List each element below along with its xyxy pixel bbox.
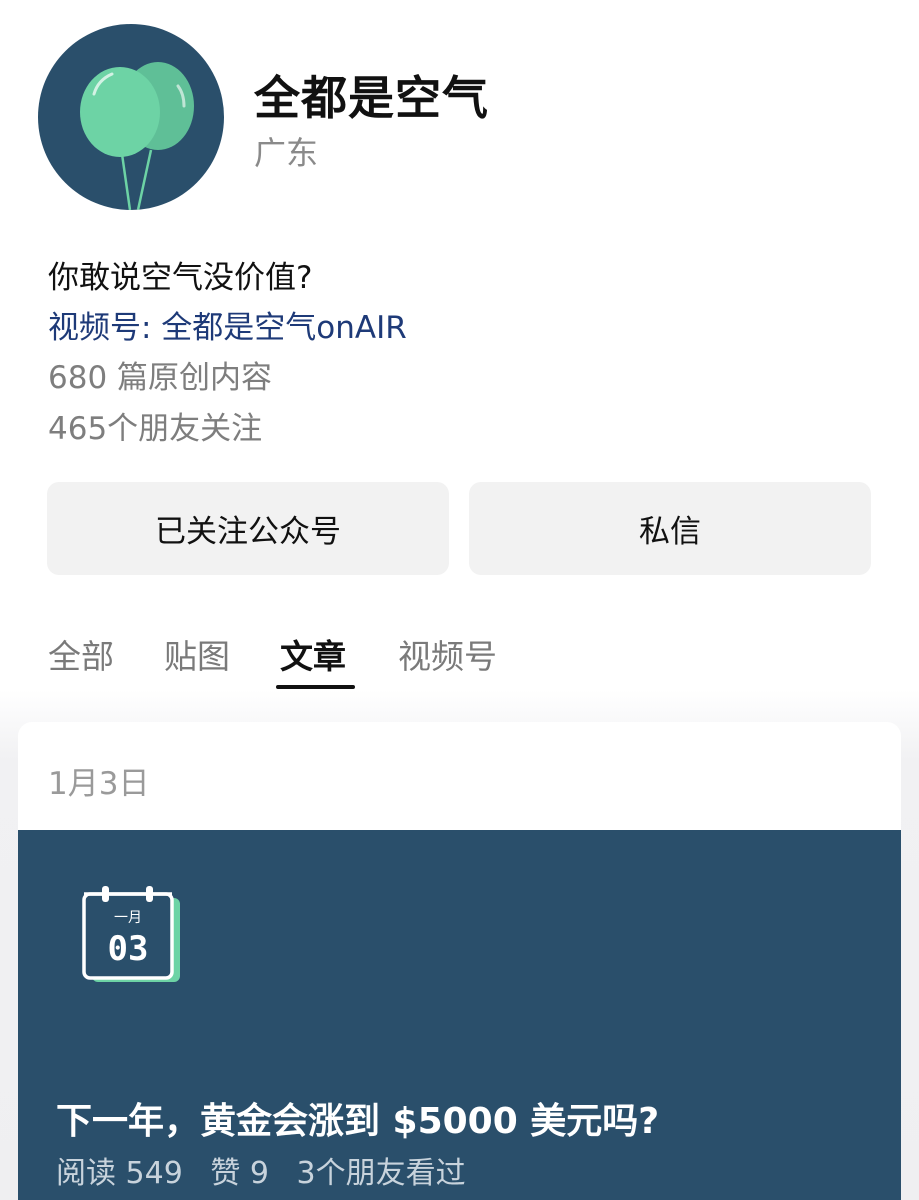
- tab-image-posts[interactable]: 贴图: [164, 630, 230, 678]
- calendar-month-text: 一月: [114, 910, 142, 926]
- article-date: 1月3日: [48, 766, 150, 802]
- account-bio: 你敢说空气没价值?: [48, 260, 313, 296]
- original-content-count[interactable]: 680 篇原创内容: [48, 352, 272, 397]
- article-title[interactable]: 下一年，黄金会涨到 $5000 美元吗?: [56, 1092, 659, 1144]
- tab-video-channel[interactable]: 视频号: [398, 630, 497, 678]
- calendar-icon: 一月 03: [80, 884, 184, 990]
- article-meta: 阅读 549 赞 9 3个朋友看过: [56, 1148, 484, 1192]
- account-region: 广东: [254, 134, 319, 172]
- account-name: 全都是空气: [254, 71, 489, 125]
- balloons-icon: [80, 62, 194, 210]
- article-card[interactable]: 1月3日 一月 03 下一年，黄金会涨到 $5000 美元吗? 阅读 549 赞…: [18, 722, 901, 1200]
- read-count: 阅读 549: [56, 1156, 183, 1191]
- article-cover[interactable]: 一月 03 下一年，黄金会涨到 $5000 美元吗? 阅读 549 赞 9 3个…: [18, 830, 901, 1200]
- followed-button[interactable]: 已关注公众号: [47, 482, 449, 575]
- friends-read-count: 3个朋友看过: [296, 1156, 466, 1191]
- message-button[interactable]: 私信: [469, 482, 871, 575]
- like-count: 赞 9: [210, 1156, 269, 1191]
- avatar[interactable]: [38, 24, 224, 210]
- active-tab-indicator: [276, 685, 355, 689]
- tab-articles[interactable]: 文章: [280, 630, 346, 678]
- friends-following-count[interactable]: 465个朋友关注: [48, 403, 262, 448]
- video-channel-link[interactable]: 视频号: 全都是空气onAIR: [48, 302, 407, 347]
- calendar-day-text: 03: [108, 929, 149, 969]
- tab-all[interactable]: 全部: [48, 630, 114, 678]
